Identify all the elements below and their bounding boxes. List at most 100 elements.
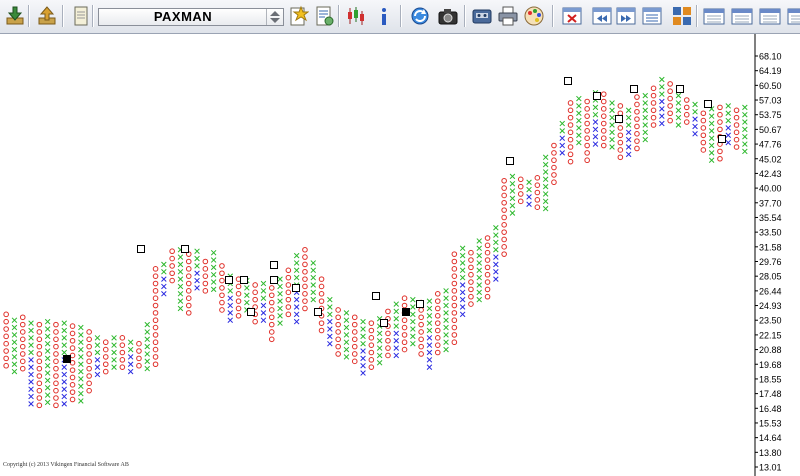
y-axis-tick-label: 53.75 xyxy=(759,110,782,120)
chart-o-box xyxy=(434,335,441,341)
chart-o-box xyxy=(434,342,441,348)
chart-x-box xyxy=(692,123,698,130)
chart-x-box xyxy=(310,267,317,274)
chart-o-box xyxy=(53,336,59,343)
chart-x-box xyxy=(675,107,682,114)
hollow-signal-marker xyxy=(564,77,572,85)
chart-x-box xyxy=(659,84,665,90)
chart-x-box xyxy=(659,98,665,105)
chart-o-box xyxy=(634,145,640,152)
delete-window-button[interactable] xyxy=(560,4,584,28)
chart-x-box xyxy=(542,183,549,190)
chart-o-box xyxy=(53,321,59,328)
chart-o-box xyxy=(3,348,9,354)
chart-x-box xyxy=(742,141,748,147)
chart-x-box xyxy=(61,364,68,370)
chart-o-box xyxy=(53,387,59,394)
chart-x-box xyxy=(277,313,283,319)
chart-o-box xyxy=(119,335,126,341)
chart-x-box xyxy=(542,154,549,161)
chart-x-box xyxy=(725,110,732,116)
chart-o-box xyxy=(484,235,491,241)
chart-x-box xyxy=(576,95,582,102)
refresh-button[interactable] xyxy=(408,4,432,28)
camera-icon xyxy=(438,9,458,25)
chart-o-box xyxy=(169,270,175,277)
chart-x-box xyxy=(28,379,34,385)
chart-o-box xyxy=(219,299,225,306)
chart-o-box xyxy=(335,321,341,328)
chart-x-box xyxy=(642,100,649,106)
refresh-icon xyxy=(411,7,429,25)
chart-o-box xyxy=(53,351,59,357)
forward-window-button[interactable] xyxy=(614,4,638,28)
chart-o-box xyxy=(169,263,175,269)
chart-x-box xyxy=(44,348,51,354)
chart-o-box xyxy=(650,122,657,128)
chart-o-box xyxy=(418,336,424,343)
grid-view-button[interactable] xyxy=(670,4,694,28)
chart-x-box xyxy=(327,340,333,347)
candlestick-button[interactable] xyxy=(344,4,368,28)
chart-o-box xyxy=(335,307,341,313)
chart-o-box xyxy=(418,351,424,357)
camera-button[interactable] xyxy=(436,4,460,28)
chart-o-box xyxy=(517,183,524,190)
import-button[interactable] xyxy=(3,4,27,28)
chart-x-box xyxy=(708,157,715,163)
chart-x-box xyxy=(426,349,433,356)
chart-o-box xyxy=(268,336,275,343)
chart-x-box xyxy=(61,371,68,378)
cassette-button[interactable] xyxy=(470,4,494,28)
notes-button[interactable] xyxy=(69,4,93,28)
daily-calendar-button[interactable] xyxy=(702,4,726,28)
symbol-selector[interactable]: PAXMAN xyxy=(98,8,284,26)
chart-x-box xyxy=(509,188,516,194)
chart-o-box xyxy=(368,357,375,363)
monthly-calendar-button[interactable] xyxy=(758,4,782,28)
palette-button[interactable] xyxy=(522,4,546,28)
chart-o-box xyxy=(401,324,408,331)
grid-view-icon xyxy=(673,7,691,25)
print-button[interactable] xyxy=(496,4,520,28)
chart-x-box xyxy=(443,302,449,309)
chart-x-box xyxy=(78,324,84,331)
weekly-calendar-button[interactable] xyxy=(730,4,754,28)
chart-o-box xyxy=(484,257,491,263)
chart-x-box xyxy=(293,296,300,303)
chart-x-box xyxy=(443,332,449,338)
chart-x-box xyxy=(61,401,68,407)
chart-x-box xyxy=(11,368,18,375)
chart-o-box xyxy=(501,222,507,228)
chart-o-box xyxy=(152,324,159,331)
chart-x-box xyxy=(592,111,599,118)
chart-x-box xyxy=(426,335,433,341)
yearly-calendar-button[interactable] xyxy=(786,4,800,28)
favorite-button[interactable] xyxy=(286,4,310,28)
export-button[interactable] xyxy=(35,4,59,28)
chart-o-box xyxy=(3,362,9,369)
chart-o-box xyxy=(551,150,557,156)
import-icon xyxy=(6,6,24,25)
symbol-spinner[interactable] xyxy=(266,9,283,25)
chart-o-box xyxy=(351,329,358,335)
chart-x-box xyxy=(742,119,748,125)
report-button[interactable] xyxy=(312,4,336,28)
chart-o-box xyxy=(36,358,43,365)
chart-o-box xyxy=(69,323,76,329)
point-and-figure-chart[interactable]: 68.10 64.19 60.50 57.03 53.75 50.67 47.76 45.02… xyxy=(0,34,800,476)
chart-o-box xyxy=(401,317,408,324)
info-button[interactable] xyxy=(372,4,396,28)
chart-x-box xyxy=(459,289,466,296)
list-window-button[interactable] xyxy=(640,4,664,28)
chart-o-box xyxy=(600,106,607,112)
chart-x-box xyxy=(177,305,184,312)
chart-o-box xyxy=(302,261,308,268)
chart-o-box xyxy=(733,114,740,121)
chart-x-box xyxy=(376,345,383,351)
chart-o-box xyxy=(268,314,275,321)
chart-x-box xyxy=(393,315,400,322)
chart-x-box xyxy=(61,320,68,326)
chart-x-box xyxy=(642,114,649,121)
rewind-window-button[interactable] xyxy=(590,4,614,28)
